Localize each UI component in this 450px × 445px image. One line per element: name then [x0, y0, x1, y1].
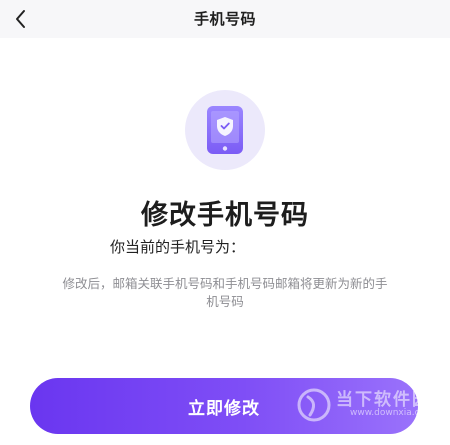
- nav-bar: 手机号码: [0, 0, 450, 38]
- current-phone-line: 你当前的手机号为：: [110, 236, 245, 257]
- description-text: 修改后，邮箱关联手机号码和手机号码邮箱将更新为新的手机号码: [62, 276, 388, 309]
- hero-icon-circle: [185, 90, 265, 170]
- current-phone-label: 你当前的手机号为：: [110, 238, 246, 256]
- page-title: 手机号码: [193, 10, 256, 28]
- modify-now-button[interactable]: 立即修改: [30, 378, 418, 434]
- phone-settings-page: 手机号码 修改手机号码 你当前的手机号为： 修改后，邮箱关联手机号码和手机号码邮…: [0, 0, 450, 445]
- shield-phone-icon: [207, 106, 243, 154]
- main-title: 修改手机号码: [141, 200, 309, 231]
